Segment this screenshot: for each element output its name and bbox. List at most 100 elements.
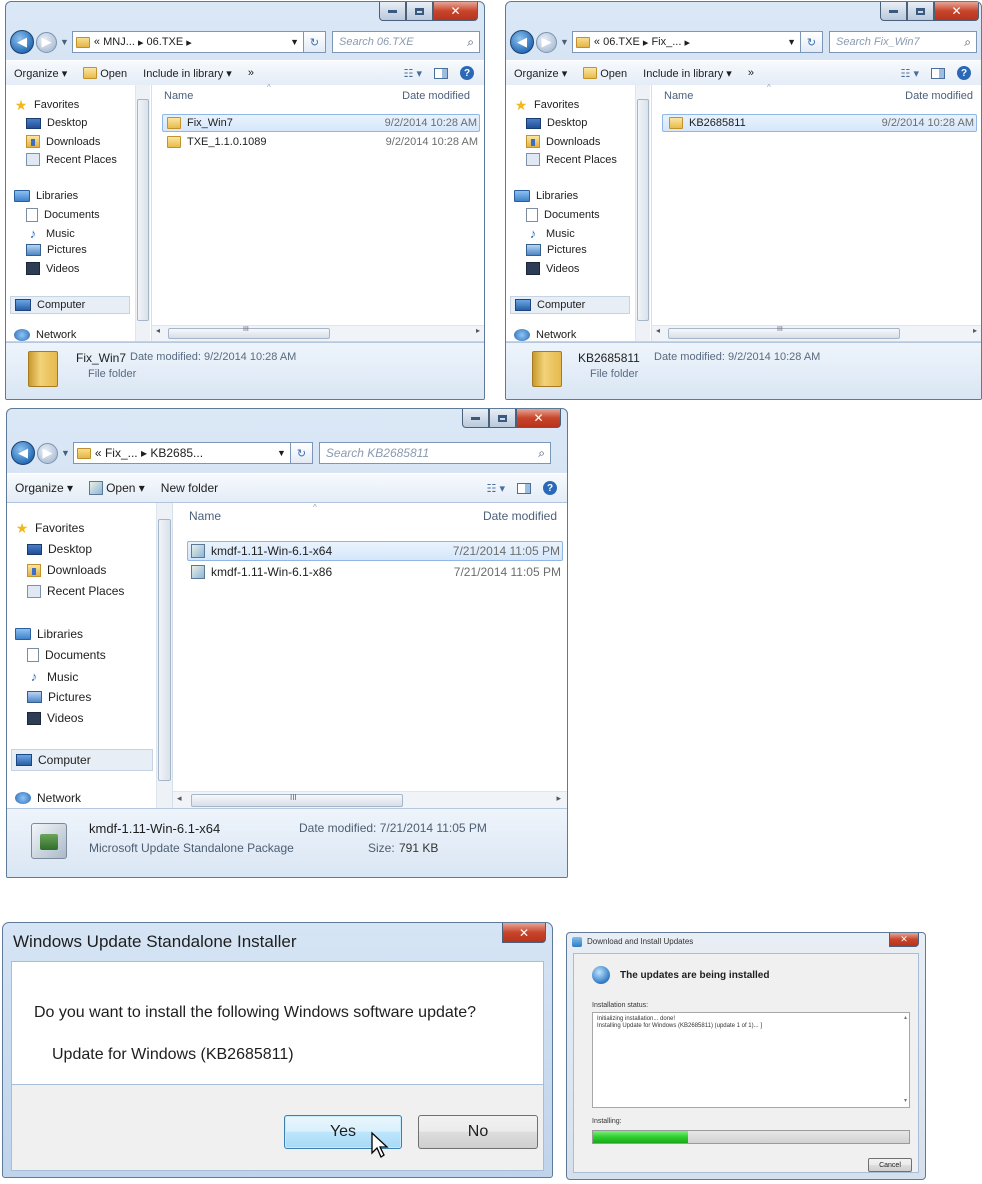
nav-libraries[interactable]: Libraries <box>15 627 83 641</box>
nav-computer[interactable]: Computer <box>10 296 130 314</box>
nav-computer[interactable]: Computer <box>510 296 630 314</box>
scroll-left-icon[interactable]: ◂ <box>156 326 160 335</box>
log-scroll-up-icon[interactable]: ▴ <box>904 1015 907 1022</box>
include-in-library-button[interactable]: Include in library ▾ <box>643 67 732 80</box>
breadcrumb-item[interactable]: KB2685... <box>150 446 203 460</box>
nav-desktop[interactable]: Desktop <box>26 117 87 129</box>
preview-pane-icon[interactable] <box>434 67 448 79</box>
preview-pane-icon[interactable] <box>931 67 945 79</box>
horizontal-scrollbar[interactable]: ◂ III ▸ <box>652 325 981 341</box>
nav-scrollbar[interactable] <box>135 85 150 341</box>
nav-scrollbar[interactable] <box>156 503 172 809</box>
recent-pages-chevron-icon[interactable]: ▼ <box>60 37 69 47</box>
nav-pictures[interactable]: Pictures <box>27 690 91 704</box>
breadcrumb-item[interactable]: 06.TXE <box>147 36 184 48</box>
nav-computer[interactable]: Computer <box>11 749 153 771</box>
column-name[interactable]: Name <box>164 90 193 102</box>
nav-recent-places[interactable]: Recent Places <box>26 153 117 166</box>
breadcrumb-separator[interactable]: ▸ <box>141 446 147 460</box>
horizontal-scrollbar-thumb[interactable]: III <box>168 326 330 339</box>
column-name[interactable]: Name <box>189 509 221 523</box>
horizontal-scrollbar[interactable]: ◂ III ▸ <box>152 325 484 341</box>
recent-pages-chevron-icon[interactable]: ▼ <box>61 448 70 458</box>
file-row[interactable]: kmdf-1.11-Win-6.1-x64 7/21/2014 11:05 PM <box>187 541 563 561</box>
scroll-left-icon[interactable]: ◂ <box>177 793 182 804</box>
file-row[interactable]: Fix_Win7 9/2/2014 10:28 AM <box>162 114 480 132</box>
breadcrumb-overflow[interactable]: « <box>94 36 100 48</box>
forward-button[interactable]: ▶ <box>36 31 57 53</box>
nav-videos[interactable]: Videos <box>27 711 83 725</box>
column-date-modified[interactable]: Date modified <box>402 90 470 102</box>
file-row[interactable]: TXE_1.1.0.1089 9/2/2014 10:28 AM <box>162 133 480 151</box>
scroll-right-icon[interactable]: ▸ <box>973 326 977 335</box>
maximize-button[interactable] <box>907 2 934 21</box>
horizontal-scrollbar[interactable]: ◂ III ▸ <box>173 791 567 809</box>
close-button[interactable]: ✕ <box>889 933 919 947</box>
nav-pictures[interactable]: Pictures <box>26 244 87 256</box>
address-dropdown-icon[interactable]: ▼ <box>787 37 796 47</box>
organize-button[interactable]: Organize ▾ <box>15 481 73 495</box>
nav-favorites[interactable]: ★ Favorites <box>14 98 80 112</box>
nav-downloads[interactable]: Downloads <box>26 135 100 148</box>
help-icon[interactable]: ? <box>543 481 557 495</box>
nav-videos[interactable]: Videos <box>26 262 79 275</box>
cancel-button[interactable]: Cancel <box>868 1158 912 1172</box>
address-dropdown-icon[interactable]: ▼ <box>277 448 286 458</box>
more-commands-button[interactable]: » <box>248 67 254 79</box>
scroll-left-icon[interactable]: ◂ <box>656 326 660 335</box>
breadcrumb-item[interactable]: MNJ... <box>103 36 135 48</box>
close-button[interactable]: ✕ <box>433 2 478 21</box>
no-button[interactable]: No <box>418 1115 538 1149</box>
address-bar[interactable]: « MNJ... ▸ 06.TXE ▸ ▼ <box>71 31 304 53</box>
nav-documents[interactable]: Documents <box>27 648 106 662</box>
change-view-icon[interactable]: ☷ ▾ <box>901 67 919 80</box>
close-button[interactable]: ✕ <box>502 923 546 943</box>
minimize-button[interactable] <box>880 2 907 21</box>
include-in-library-button[interactable]: Include in library ▾ <box>143 67 232 80</box>
nav-scrollbar-thumb[interactable] <box>637 99 649 321</box>
nav-music[interactable]: ♪ Music <box>27 669 79 684</box>
nav-scrollbar-thumb[interactable] <box>137 99 149 321</box>
nav-videos[interactable]: Videos <box>526 262 579 275</box>
breadcrumb-overflow[interactable]: « <box>594 36 600 48</box>
breadcrumb-separator[interactable]: ▸ <box>186 36 192 49</box>
breadcrumb-separator[interactable]: ▸ <box>643 36 649 49</box>
breadcrumb-separator[interactable]: ▸ <box>138 36 144 49</box>
nav-network[interactable]: Network <box>14 329 76 341</box>
nav-scrollbar[interactable] <box>635 85 650 341</box>
address-bar[interactable]: « 06.TXE ▸ Fix_... ▸ ▼ <box>571 31 801 53</box>
refresh-button[interactable]: ↻ <box>290 442 313 464</box>
back-button[interactable]: ◀ <box>510 30 534 54</box>
nav-documents[interactable]: Documents <box>526 208 600 222</box>
more-commands-button[interactable]: » <box>748 67 754 79</box>
maximize-button[interactable] <box>406 2 433 21</box>
nav-recent-places[interactable]: Recent Places <box>526 153 617 166</box>
nav-documents[interactable]: Documents <box>26 208 100 222</box>
organize-button[interactable]: Organize ▾ <box>14 67 67 80</box>
nav-downloads[interactable]: Downloads <box>27 563 106 577</box>
nav-network[interactable]: Network <box>514 329 576 341</box>
breadcrumb-separator[interactable]: ▸ <box>684 36 690 49</box>
column-date-modified[interactable]: Date modified <box>483 509 557 523</box>
scroll-right-icon[interactable]: ▸ <box>556 793 561 804</box>
nav-favorites[interactable]: ★ Favorites <box>514 98 580 112</box>
recent-pages-chevron-icon[interactable]: ▼ <box>560 37 569 47</box>
search-box[interactable]: Search Fix_Win7 ⌕ <box>829 31 977 53</box>
open-button[interactable]: Open <box>83 66 127 80</box>
open-button[interactable]: Open ▾ <box>89 481 145 495</box>
column-name[interactable]: Name <box>664 90 693 102</box>
breadcrumb-overflow[interactable]: « <box>95 446 102 460</box>
search-box[interactable]: Search KB2685811 ⌕ <box>318 442 551 464</box>
maximize-button[interactable] <box>489 409 516 428</box>
minimize-button[interactable] <box>462 409 489 428</box>
help-icon[interactable]: ? <box>957 66 971 80</box>
forward-button[interactable]: ▶ <box>37 442 58 464</box>
nav-favorites[interactable]: ★ Favorites <box>15 521 85 535</box>
nav-network[interactable]: Network <box>15 791 81 805</box>
file-row[interactable]: KB2685811 9/2/2014 10:28 AM <box>662 114 977 132</box>
scroll-right-icon[interactable]: ▸ <box>476 326 480 335</box>
organize-button[interactable]: Organize ▾ <box>514 67 567 80</box>
refresh-button[interactable]: ↻ <box>801 31 823 53</box>
new-folder-button[interactable]: New folder <box>161 481 218 495</box>
nav-desktop[interactable]: Desktop <box>526 117 587 129</box>
